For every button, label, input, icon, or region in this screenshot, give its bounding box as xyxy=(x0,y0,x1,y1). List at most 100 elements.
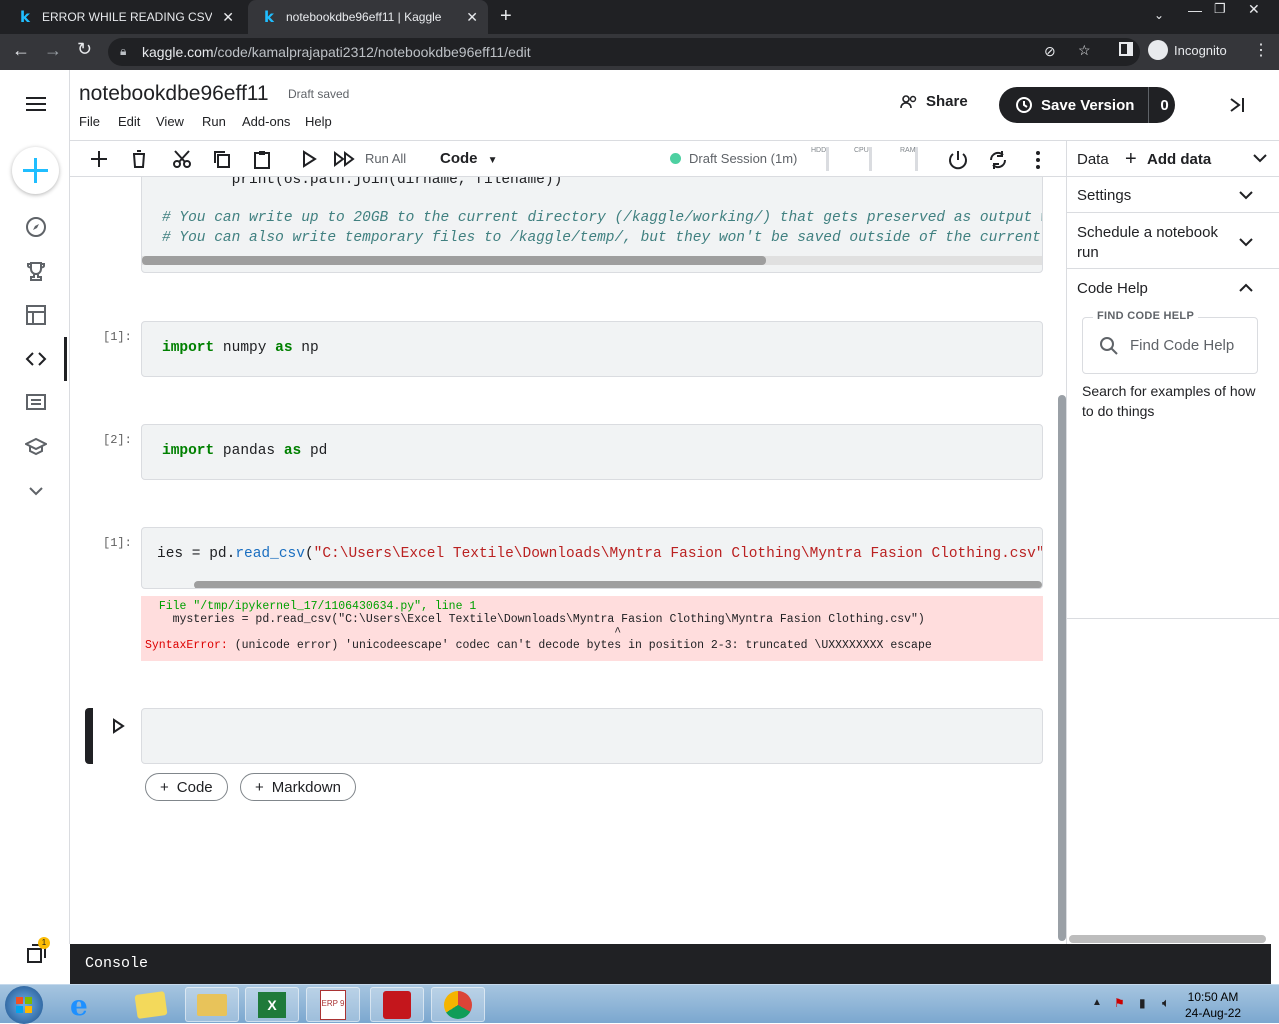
save-version-button[interactable]: Save Version 0 xyxy=(999,87,1175,123)
browser-tab-notebook[interactable]: k notebookdbe96eff11 | Kaggle ✕ xyxy=(248,0,488,34)
console-bar[interactable]: Console xyxy=(70,944,1271,984)
taskbar-excel[interactable]: X xyxy=(245,987,299,1022)
code-nav-item[interactable] xyxy=(0,337,70,381)
code-cell-2[interactable]: import pandas as pd xyxy=(141,424,1043,480)
add-markdown-button[interactable]: + Markdown xyxy=(240,773,356,801)
create-button[interactable] xyxy=(12,147,59,194)
browser-tab-error[interactable]: k ERROR WHILE READING CSV FILE ✕ xyxy=(4,0,244,34)
chevron-down-icon[interactable] xyxy=(1239,237,1253,247)
run-all-button[interactable]: Run All xyxy=(365,151,406,166)
taskbar-acrobat[interactable] xyxy=(370,987,424,1022)
tray-network-icon[interactable]: ▮ xyxy=(1139,996,1146,1010)
learn-icon[interactable] xyxy=(25,436,47,458)
paste-icon[interactable] xyxy=(252,149,272,169)
menu-view[interactable]: View xyxy=(156,114,184,129)
compass-icon[interactable] xyxy=(25,216,47,238)
chrome-menu-icon[interactable]: ⋮ xyxy=(1253,40,1269,60)
code-help-hint: Search for examples of how to do things xyxy=(1082,383,1256,419)
code-line: import pandas as pd xyxy=(162,443,328,459)
new-tab-icon[interactable]: + xyxy=(500,5,512,28)
run-all-icon[interactable] xyxy=(333,149,357,169)
settings-section[interactable]: Settings xyxy=(1067,177,1279,213)
sticky-notes-icon[interactable] xyxy=(134,991,168,1019)
collapse-panel-icon[interactable] xyxy=(1228,96,1246,114)
menu-addons[interactable]: Add-ons xyxy=(242,114,290,129)
kaggle-left-nav: 1 xyxy=(0,70,70,963)
add-code-button[interactable]: + Code xyxy=(145,773,228,801)
close-window-icon[interactable]: ✕ xyxy=(1248,1,1260,18)
error-output: File "/tmp/ipykernel_17/1106430634.py", … xyxy=(141,596,1043,661)
close-tab-icon[interactable]: ✕ xyxy=(466,9,478,26)
menu-file[interactable]: File xyxy=(79,114,100,129)
empty-code-cell[interactable] xyxy=(141,708,1043,764)
taskbar-tally[interactable]: ERP 9 xyxy=(306,987,360,1022)
hamburger-menu-icon[interactable] xyxy=(26,96,46,112)
close-tab-icon[interactable]: ✕ xyxy=(222,9,234,26)
run-cell-icon[interactable] xyxy=(300,149,318,169)
tray-expand-icon[interactable]: ▲ xyxy=(1092,997,1102,1008)
menu-help[interactable]: Help xyxy=(305,114,332,129)
chevron-up-icon[interactable] xyxy=(1239,283,1253,293)
forward-icon[interactable]: → xyxy=(44,40,62,61)
version-count: 0 xyxy=(1160,96,1169,114)
notifications-icon[interactable]: 1 xyxy=(25,937,50,966)
eye-off-icon[interactable]: ⊘ xyxy=(1044,43,1056,60)
vertical-scrollbar[interactable] xyxy=(1058,395,1066,941)
more-options-icon[interactable] xyxy=(1030,149,1046,171)
restart-icon[interactable] xyxy=(987,149,1009,171)
tray-volume-icon[interactable]: 🔈︎ xyxy=(1162,995,1170,1011)
trophy-icon[interactable] xyxy=(25,260,47,282)
history-icon xyxy=(1016,97,1032,113)
chevron-down-icon[interactable] xyxy=(25,480,47,502)
taskbar-chrome[interactable] xyxy=(431,987,485,1022)
discussion-icon[interactable] xyxy=(25,392,47,414)
horizontal-scrollbar[interactable] xyxy=(1069,935,1266,943)
delete-icon[interactable] xyxy=(129,149,149,169)
horizontal-scrollbar[interactable] xyxy=(142,256,1042,265)
code-help-heading[interactable]: Code Help xyxy=(1077,280,1148,297)
cell-prompt: [1]: xyxy=(103,330,132,344)
console-label: Console xyxy=(85,955,149,972)
internet-explorer-icon[interactable]: e xyxy=(70,989,106,1022)
cut-icon[interactable] xyxy=(172,149,192,169)
run-cell-icon[interactable] xyxy=(111,718,125,734)
back-icon[interactable]: ← xyxy=(12,40,30,61)
restore-icon[interactable]: ❐ xyxy=(1214,1,1226,17)
minimize-icon[interactable]: — xyxy=(1188,2,1202,18)
notebook-title[interactable]: notebookdbe96eff11 xyxy=(79,82,269,106)
taskbar-explorer[interactable] xyxy=(185,987,239,1022)
reload-icon[interactable]: ↻ xyxy=(77,39,92,60)
add-cell-icon[interactable] xyxy=(89,149,109,169)
data-section[interactable]: Data + Add data xyxy=(1067,141,1279,177)
find-code-help-field[interactable]: FIND CODE HELP Find Code Help xyxy=(1082,310,1258,374)
horizontal-scrollbar[interactable] xyxy=(194,581,1042,588)
power-icon[interactable] xyxy=(947,149,969,171)
incognito-badge[interactable]: Incognito xyxy=(1148,40,1227,60)
menu-run[interactable]: Run xyxy=(202,114,226,129)
code-cell-3[interactable]: ies = pd.read_csv("C:\Users\Excel Textil… xyxy=(141,527,1043,589)
schedule-section[interactable]: Schedule a notebook run xyxy=(1067,213,1279,269)
chevron-down-icon[interactable] xyxy=(1239,190,1253,200)
side-panel-icon[interactable] xyxy=(1119,42,1133,56)
start-button[interactable] xyxy=(5,986,43,1024)
tab-title: notebookdbe96eff11 | Kaggle xyxy=(285,10,442,24)
url-field[interactable]: 🔒︎ kaggle.com/code/kamalprajapati2312/no… xyxy=(108,38,1140,66)
tab-search-icon[interactable]: ⌄ xyxy=(1154,8,1164,22)
tab-title: ERROR WHILE READING CSV FILE xyxy=(41,10,213,24)
share-button[interactable]: Share xyxy=(900,93,968,110)
system-clock[interactable]: 10:50 AM 24-Aug-22 xyxy=(1185,989,1241,1021)
table-icon[interactable] xyxy=(25,304,47,326)
cell-type-select[interactable]: Code ▼ xyxy=(440,150,498,167)
code-cell-0[interactable]: print(os.path.join(dirname, filename)) #… xyxy=(141,177,1043,273)
add-data-button[interactable]: Add data xyxy=(1147,151,1211,168)
notebook-toolbar: Run All Code ▼ Draft Session (1m) HDD CP… xyxy=(70,141,1066,177)
session-status[interactable]: Draft Session (1m) xyxy=(670,151,797,166)
bookmark-star-icon[interactable]: ☆ xyxy=(1078,42,1091,59)
menu-edit[interactable]: Edit xyxy=(118,114,140,129)
tray-flag-icon[interactable]: ⚑ xyxy=(1114,996,1125,1010)
code-cell-1[interactable]: import numpy as np xyxy=(141,321,1043,377)
error-code-line: mysteries = pd.read_csv("C:\Users\Excel … xyxy=(145,613,925,626)
chevron-down-icon[interactable] xyxy=(1253,153,1267,163)
copy-icon[interactable] xyxy=(212,149,232,169)
browser-address-bar: ← → ↻ 🔒︎ kaggle.com/code/kamalprajapati2… xyxy=(0,34,1279,70)
